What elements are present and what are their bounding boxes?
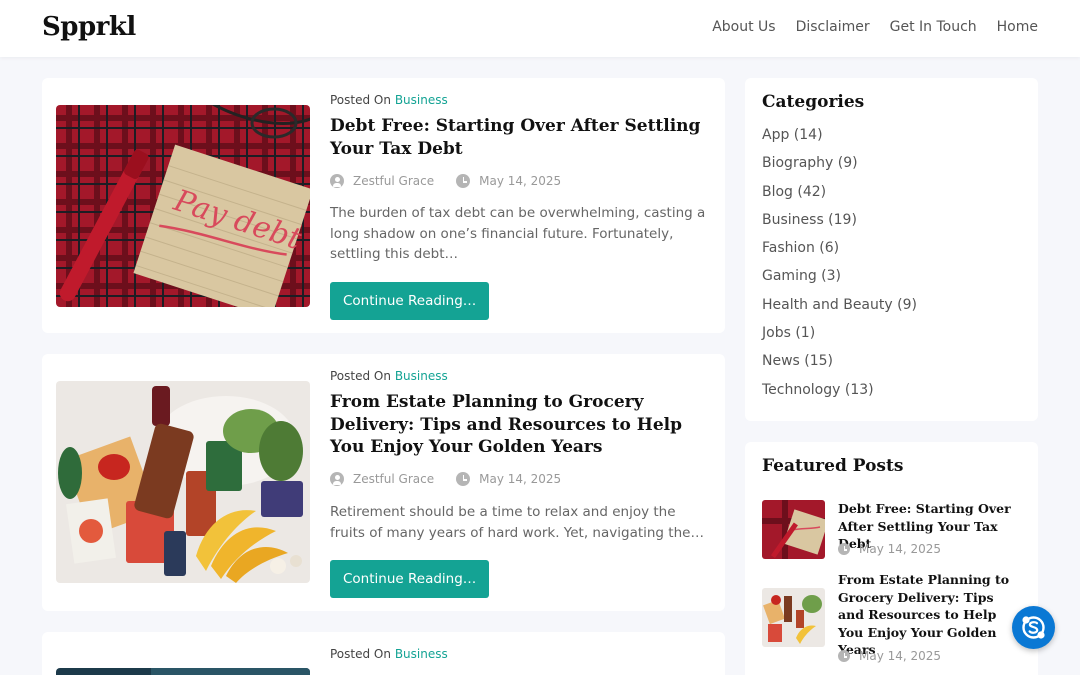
post-title[interactable]: From Estate Planning to Grocery Delivery… [330, 391, 710, 459]
post-byline: Zestful Grace May 14, 2025 [330, 174, 561, 188]
clock-icon [456, 174, 471, 188]
featured-post-item: From Estate Planning to Grocery Delivery… [762, 571, 1032, 671]
nav-get-in-touch[interactable]: Get In Touch [890, 19, 977, 35]
featured-post-thumbnail[interactable] [762, 588, 825, 647]
categories-list: App (14) Biography (9) Blog (42) Busines… [762, 127, 917, 410]
post-excerpt: The burden of tax debt can be overwhelmi… [330, 205, 706, 262]
skype-icon [1022, 616, 1045, 639]
user-icon [330, 472, 344, 486]
category-item[interactable]: Jobs (1) [762, 325, 917, 353]
nav-disclaimer[interactable]: Disclaimer [796, 19, 870, 35]
site-header: Spprkl About Us Disclaimer Get In Touch … [0, 0, 1080, 57]
featured-post-item: Debt Free: Starting Over After Settling … [762, 500, 1032, 562]
clock-icon [838, 650, 850, 662]
posted-on-label: Posted On [330, 647, 391, 661]
post-thumbnail[interactable] [56, 668, 310, 675]
main-nav: About Us Disclaimer Get In Touch Home [712, 19, 1038, 35]
featured-post-title[interactable]: From Estate Planning to Grocery Delivery… [838, 571, 1018, 659]
post-author[interactable]: Zestful Grace [353, 174, 434, 188]
category-item[interactable]: App (14) [762, 127, 917, 155]
post-category-link[interactable]: Business [395, 93, 448, 107]
posted-on-label: Posted On [330, 369, 391, 383]
category-item[interactable]: Fashion (6) [762, 240, 917, 268]
featured-posts-heading: Featured Posts [762, 456, 904, 476]
post-author[interactable]: Zestful Grace [353, 472, 434, 486]
clock-icon [456, 472, 471, 486]
category-item[interactable]: Health and Beauty (9) [762, 297, 917, 325]
post-category-link[interactable]: Business [395, 369, 448, 383]
featured-post-date: May 14, 2025 [838, 542, 941, 556]
featured-post-date-text: May 14, 2025 [859, 542, 942, 556]
featured-posts-widget: Featured Posts Debt Free: Starting Over … [745, 442, 1038, 675]
categories-heading: Categories [762, 92, 865, 112]
post-byline: Zestful Grace May 14, 2025 [330, 472, 561, 486]
category-item[interactable]: Technology (13) [762, 382, 917, 410]
featured-post-thumbnail[interactable] [762, 500, 825, 559]
site-logo[interactable]: Spprkl [42, 12, 136, 42]
post-excerpt: Retirement should be a time to relax and… [330, 504, 704, 541]
post-card: Pay debt Posted On Business Debt Free: S… [42, 78, 725, 333]
post-date: May 14, 2025 [479, 472, 562, 486]
category-item[interactable]: News (15) [762, 353, 917, 381]
post-card: Posted On Business [42, 632, 725, 675]
skype-chat-button[interactable] [1012, 606, 1055, 649]
post-category-link[interactable]: Business [395, 647, 448, 661]
category-item[interactable]: Blog (42) [762, 184, 917, 212]
category-item[interactable]: Biography (9) [762, 155, 917, 183]
category-item[interactable]: Gaming (3) [762, 268, 917, 296]
nav-home[interactable]: Home [997, 19, 1038, 35]
categories-widget: Categories App (14) Biography (9) Blog (… [745, 78, 1038, 421]
category-item[interactable]: Business (19) [762, 212, 917, 240]
featured-post-date: May 14, 2025 [838, 649, 941, 663]
post-date: May 14, 2025 [479, 174, 562, 188]
continue-reading-button[interactable]: Continue Reading… [330, 282, 490, 320]
user-icon [330, 174, 344, 188]
posted-on-label: Posted On [330, 93, 391, 107]
post-meta: Posted On Business [330, 369, 448, 383]
post-meta: Posted On Business [330, 647, 448, 661]
post-thumbnail-pay-debt[interactable]: Pay debt [56, 105, 310, 307]
continue-reading-button[interactable]: Continue Reading… [330, 560, 490, 598]
nav-about-us[interactable]: About Us [712, 19, 775, 35]
post-title[interactable]: Debt Free: Starting Over After Settling … [330, 115, 710, 160]
featured-post-date-text: May 14, 2025 [859, 649, 942, 663]
clock-icon [838, 543, 850, 555]
post-thumbnail-groceries[interactable] [56, 381, 310, 583]
post-card: Posted On Business From Estate Planning … [42, 354, 725, 611]
post-meta: Posted On Business [330, 93, 448, 107]
